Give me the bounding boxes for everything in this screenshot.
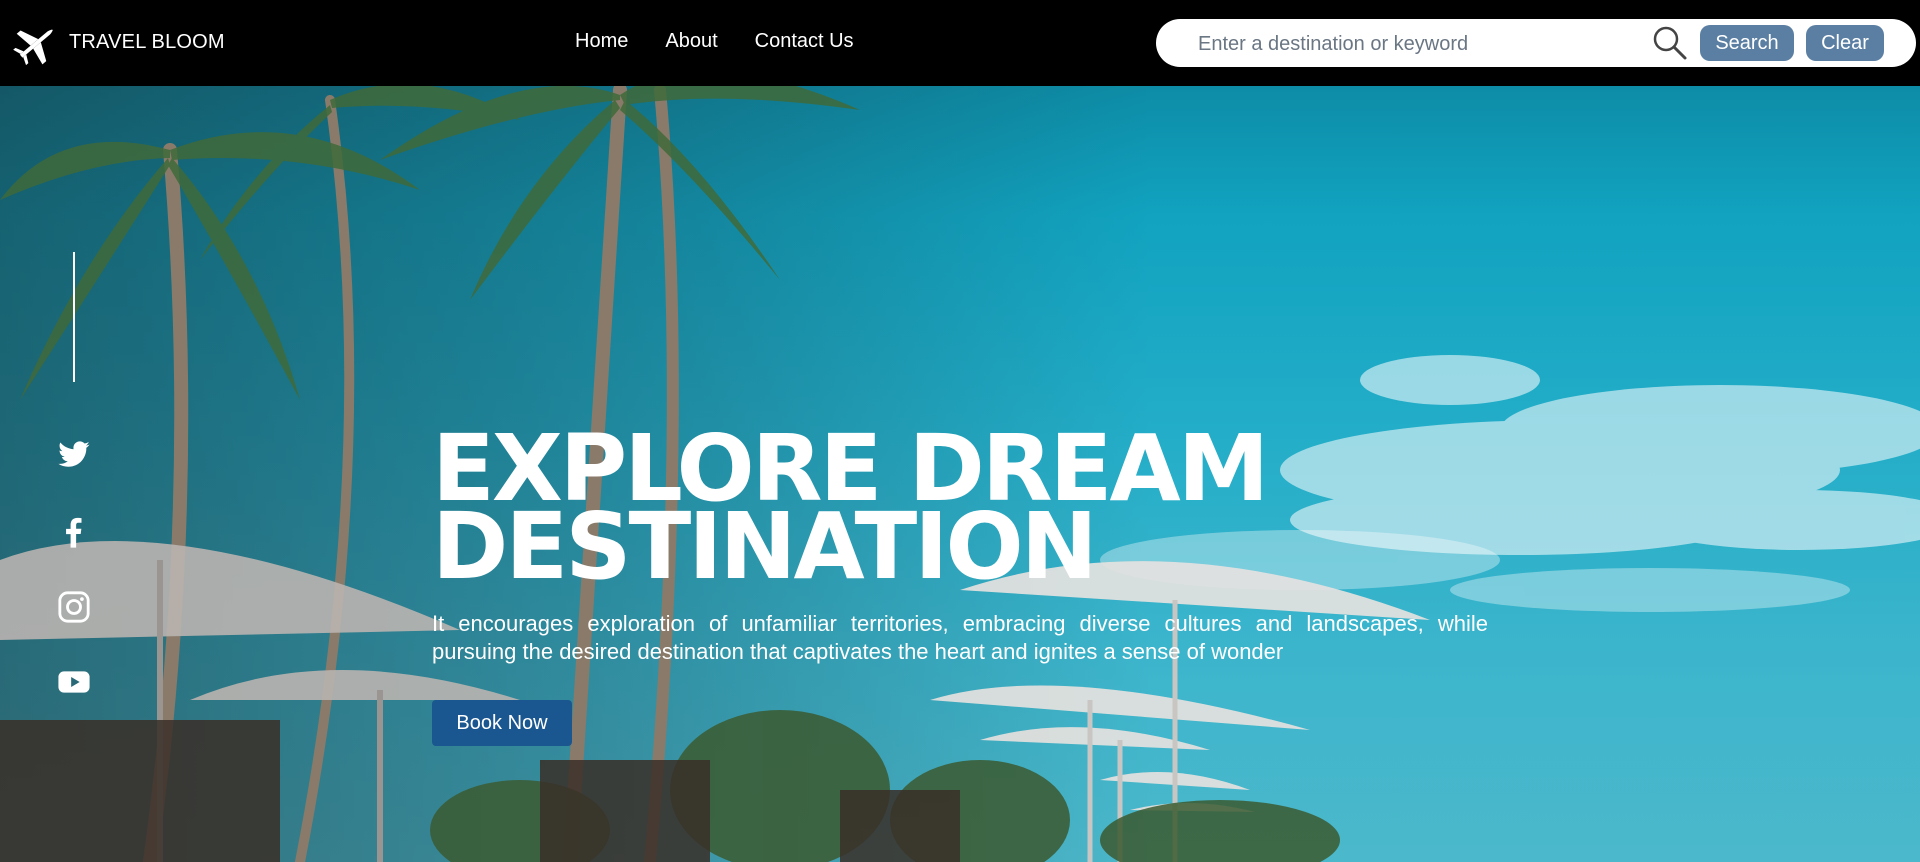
hero-title: EXPLORE DREAM DESTINATION (432, 415, 1269, 600)
navbar: TRAVEL BLOOM Home About Contact Us Searc… (0, 0, 1920, 86)
book-now-button[interactable]: Book Now (432, 700, 572, 746)
clear-button[interactable]: Clear (1806, 25, 1884, 61)
airplane-icon (13, 29, 53, 66)
search-bar: Search Clear (1156, 19, 1916, 67)
nav-link-home[interactable]: Home (575, 30, 628, 53)
hero-content: EXPLORE DREAM DESTINATION It encourages … (432, 415, 1488, 746)
facebook-icon[interactable] (57, 515, 91, 549)
nav-link-contact-us[interactable]: Contact Us (755, 30, 854, 53)
nav-links: Home About Contact Us (575, 30, 891, 53)
instagram-icon[interactable] (57, 590, 91, 624)
twitter-icon[interactable] (57, 438, 91, 472)
search-button[interactable]: Search (1700, 25, 1794, 61)
brand[interactable]: TRAVEL BLOOM (12, 18, 225, 66)
search-icon[interactable] (1652, 25, 1688, 61)
youtube-icon[interactable] (57, 665, 91, 699)
page: TRAVEL BLOOM Home About Contact Us Searc… (0, 0, 1920, 862)
social-divider (73, 252, 75, 382)
hero-description: It encourages exploration of unfamiliar … (432, 611, 1488, 664)
brand-name: TRAVEL BLOOM (69, 30, 225, 53)
nav-link-about[interactable]: About (665, 30, 717, 53)
